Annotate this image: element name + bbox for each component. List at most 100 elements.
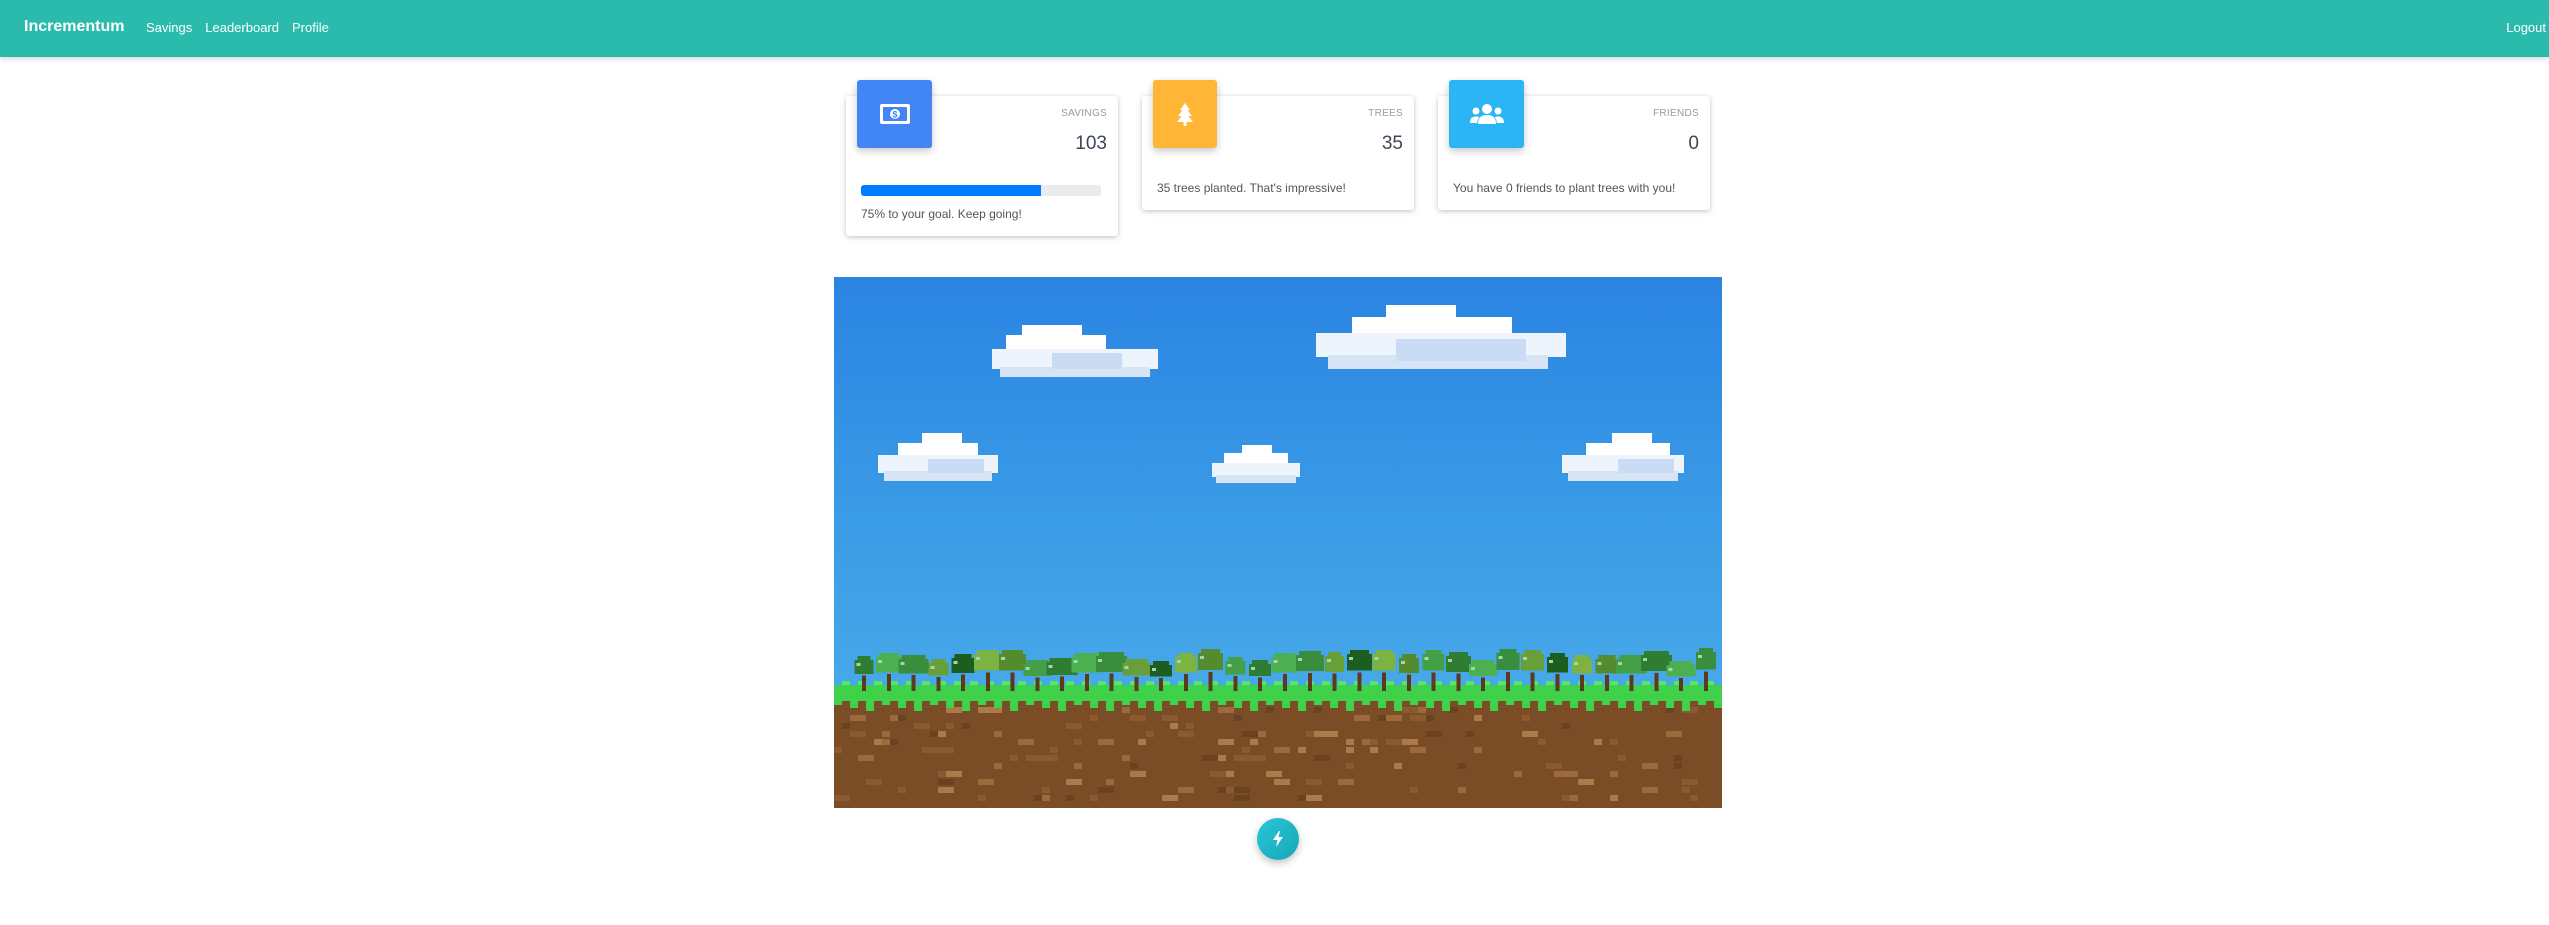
trees-value: 35 [1381, 133, 1403, 154]
dirt-speck [1050, 747, 1058, 753]
dirt-speck [1066, 779, 1082, 785]
dirt-speck [1074, 739, 1082, 745]
savings-progress-bar [861, 185, 1101, 196]
trees-card-icon [1153, 80, 1217, 148]
dirt-speck [1562, 771, 1578, 777]
grass-tuft [1234, 701, 1242, 708]
scene-canvas [834, 305, 1722, 808]
dirt-speck [898, 715, 906, 721]
dirt-speck [1218, 707, 1234, 713]
dirt-speck [930, 731, 938, 737]
cloud [1212, 445, 1300, 483]
grass-tuft [1098, 681, 1106, 685]
grass-tuft [1410, 701, 1418, 705]
nav-link-savings[interactable]: Savings [146, 20, 192, 35]
tree [1346, 650, 1372, 691]
dirt-speck [1386, 739, 1402, 745]
grass-tuft [1322, 681, 1330, 685]
dirt-speck [1162, 795, 1178, 801]
grass-tuft [882, 701, 890, 705]
dirt-speck [1146, 731, 1154, 737]
grass-tuft [1618, 701, 1626, 708]
logout-link[interactable]: Logout [2506, 20, 2546, 35]
friends-card: FRIENDS 0 You have 0 friends to plant tr… [1438, 80, 1710, 210]
savings-label: SAVINGS [1061, 108, 1107, 119]
dirt-speck [1090, 715, 1098, 721]
dirt-speck [1066, 723, 1082, 729]
dirt-speck [890, 715, 898, 721]
dirt-speck [1298, 747, 1306, 753]
dirt-speck [1618, 755, 1626, 761]
dirt-speck [1138, 739, 1146, 745]
dirt-speck [898, 787, 906, 793]
dirt-speck [978, 707, 994, 713]
tree-row [854, 648, 1716, 691]
grass-tuft [962, 701, 970, 711]
nav-links: Savings Leaderboard Profile [146, 20, 329, 35]
dirt-speck [1474, 715, 1482, 721]
friends-label: FRIENDS [1653, 108, 1699, 119]
grass-tuft [1298, 701, 1306, 711]
dirt-speck [1426, 731, 1442, 737]
dirt-speck [1474, 747, 1482, 753]
dirt-speck [1258, 731, 1266, 737]
tree [1521, 650, 1545, 691]
dirt-speck [1522, 731, 1538, 737]
grass-tuft [1266, 701, 1274, 705]
grass-tuft [1370, 681, 1378, 685]
grass-tuft [1186, 701, 1194, 708]
dirt-speck [1674, 763, 1682, 769]
dirt-speck [914, 723, 930, 729]
friends-card-icon [1449, 80, 1524, 148]
svg-text:$: $ [892, 110, 897, 120]
grass-tuft [1594, 681, 1602, 685]
grass-tuft [850, 701, 858, 708]
grass-tuft [1362, 701, 1370, 705]
dirt-speck [1378, 715, 1386, 721]
grass-tuft [1666, 701, 1674, 708]
dirt-speck [1386, 715, 1402, 721]
dirt-speck [1034, 795, 1042, 801]
trees-label: TREES [1368, 108, 1403, 119]
tree-forest-scene [834, 277, 1722, 808]
cloud [1316, 305, 1566, 369]
grass-tuft [842, 681, 850, 685]
dirt-speck [1610, 739, 1618, 745]
dirt-speck [1562, 723, 1570, 729]
dirt-speck [1346, 739, 1354, 745]
dirt-speck [1274, 747, 1290, 753]
dirt-speck [834, 795, 850, 801]
grass-tuft [1002, 681, 1010, 685]
dirt-speck [1162, 715, 1178, 721]
dirt-speck [1218, 787, 1226, 793]
nav-link-profile[interactable]: Profile [292, 20, 329, 35]
grass-tuft [1290, 681, 1298, 685]
dirt-speck [994, 763, 1002, 769]
dirt-speck [994, 731, 1002, 737]
grass-tuft [1050, 681, 1058, 685]
dirt-speck [1098, 787, 1114, 793]
dirt-speck [1522, 715, 1530, 721]
nav-link-leaderboard[interactable]: Leaderboard [205, 20, 279, 35]
brand-logo[interactable]: Incrementum [24, 18, 124, 36]
grass-tuft [1010, 701, 1018, 711]
dirt-speck [1186, 723, 1194, 729]
dirt-speck [1538, 739, 1546, 745]
dirt-speck [1610, 771, 1618, 777]
boost-button[interactable] [1257, 818, 1299, 860]
grass-tuft [1202, 701, 1210, 711]
dirt-speck [1178, 787, 1194, 793]
dirt-speck [1610, 795, 1618, 801]
grass-tuft [866, 701, 874, 711]
grass-tuft [1162, 681, 1170, 685]
dirt-speck [1346, 763, 1354, 769]
dirt-speck [1026, 755, 1042, 761]
grass-tuft [1690, 681, 1698, 685]
grass-tuft [1514, 681, 1522, 685]
grass-tuft [1386, 681, 1394, 685]
lightning-bolt-icon [1273, 831, 1283, 847]
grass-tuft [1106, 701, 1114, 711]
grass-tuft [1026, 701, 1034, 705]
grass-tuft [1562, 681, 1570, 685]
dirt-speck [1546, 763, 1562, 769]
